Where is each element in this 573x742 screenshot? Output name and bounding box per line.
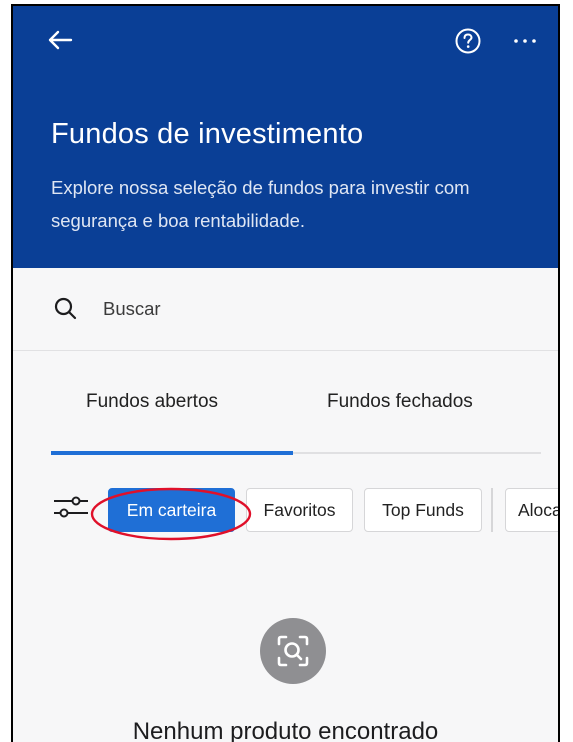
back-button[interactable] (47, 24, 87, 56)
page-subtitle: Explore nossa seleção de fundos para inv… (51, 177, 470, 231)
more-options-button[interactable] (507, 26, 543, 56)
chip-em-carteira[interactable]: Em carteira (108, 488, 235, 532)
chip-favoritos[interactable]: Favoritos (246, 488, 353, 532)
chip-top-funds[interactable]: Top Funds (364, 488, 482, 532)
empty-state-icon (260, 618, 326, 684)
app-frame: Fundos de investimento Explore nossa sel… (0, 0, 573, 742)
search-scan-icon (277, 635, 309, 667)
chip-divider (491, 488, 493, 532)
tab-fundos-abertos[interactable]: Fundos abertos (86, 391, 218, 413)
arrow-left-icon (48, 30, 73, 50)
question-circle-icon (455, 28, 481, 54)
chip-alocacao[interactable]: Alocação (505, 488, 558, 532)
ellipsis-icon (514, 39, 536, 43)
search-input[interactable] (101, 292, 525, 326)
tab-fundos-fechados[interactable]: Fundos fechados (327, 391, 473, 413)
search-icon (54, 297, 77, 320)
page-title: Fundos de investimento (51, 118, 364, 150)
tab-bar: Fundos abertos Fundos fechados (13, 351, 558, 455)
search-bar[interactable] (13, 268, 558, 351)
sliders-icon[interactable] (53, 492, 89, 522)
active-tab-indicator (51, 451, 293, 455)
filter-chips-row: Em carteira Favoritos Top Funds Alocação (13, 476, 558, 536)
empty-state-message: Nenhum produto encontrado (132, 718, 439, 742)
page-header: Fundos de investimento Explore nossa sel… (13, 6, 558, 268)
app-screen: Fundos de investimento Explore nossa sel… (13, 6, 558, 742)
help-button[interactable] (453, 26, 483, 56)
